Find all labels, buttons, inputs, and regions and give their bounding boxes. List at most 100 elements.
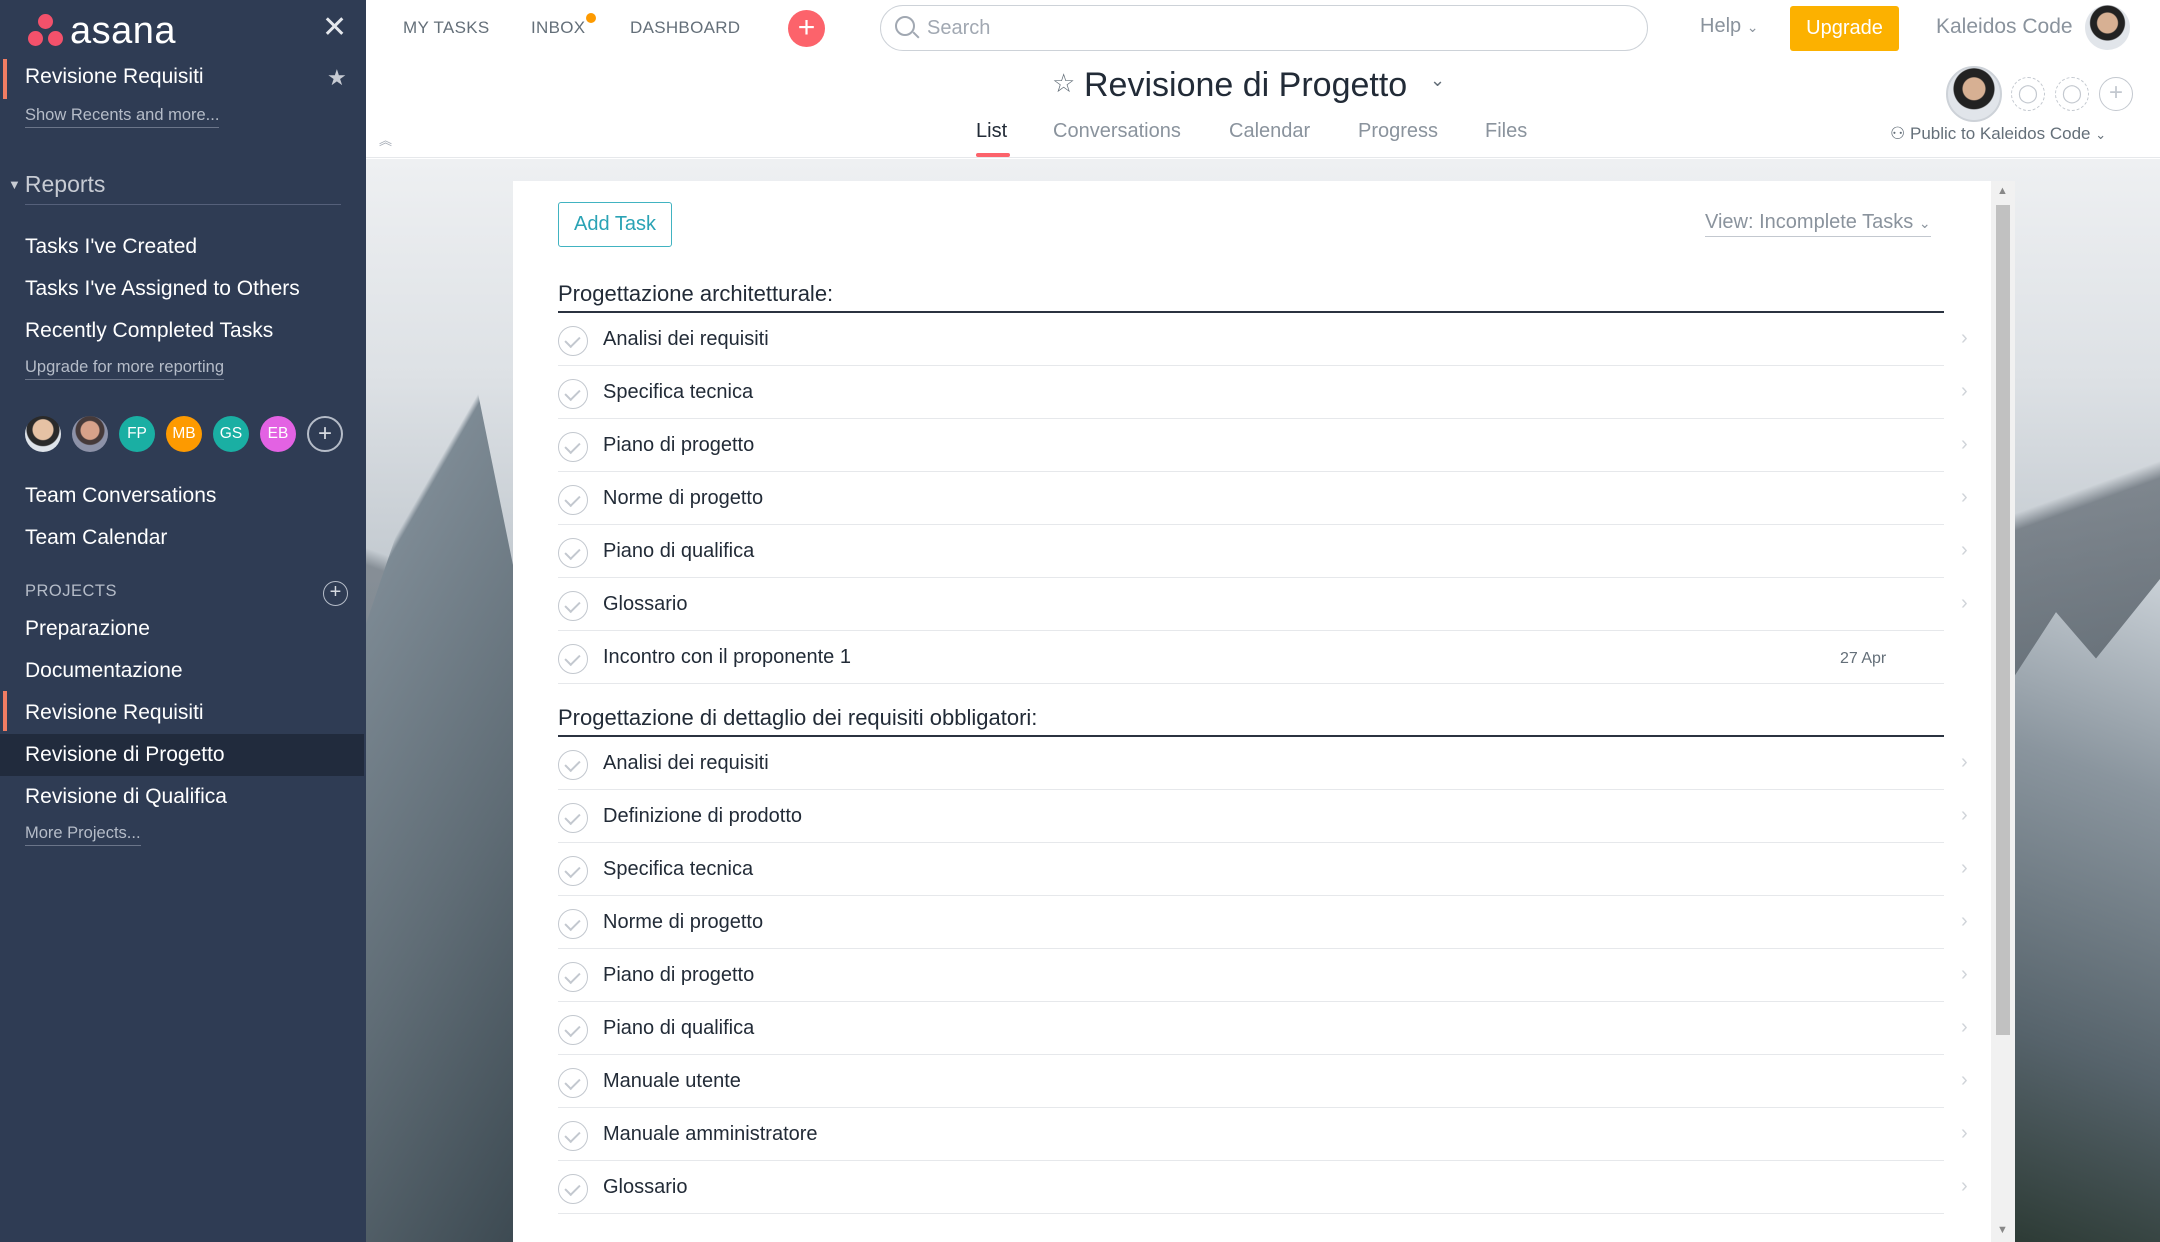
chevron-right-icon[interactable]: ›: [1961, 1175, 1968, 1198]
chevron-right-icon[interactable]: ›: [1961, 380, 1968, 403]
collapse-icon[interactable]: ︽: [379, 130, 392, 149]
task-row[interactable]: Analisi dei requisiti ›: [558, 737, 1968, 790]
sidebar-item-revisione-qualifica[interactable]: Revisione di Qualifica: [25, 785, 227, 809]
chevron-right-icon[interactable]: ›: [1961, 804, 1968, 827]
task-row[interactable]: Piano di progetto ›: [558, 949, 1968, 1002]
task-row[interactable]: Analisi dei requisiti ›: [558, 313, 1968, 366]
task-name[interactable]: Analisi dei requisiti: [603, 752, 769, 775]
report-tasks-created[interactable]: Tasks I've Created: [25, 235, 197, 259]
avatar[interactable]: [25, 416, 61, 452]
section-title[interactable]: Progettazione architetturale:: [558, 281, 1944, 313]
team-calendar-link[interactable]: Team Calendar: [25, 526, 167, 550]
due-date[interactable]: 27 Apr: [1840, 650, 1886, 668]
task-name[interactable]: Manuale amministratore: [603, 1123, 818, 1146]
check-icon[interactable]: [558, 962, 588, 992]
task-row[interactable]: Manuale amministratore ›: [558, 1108, 1968, 1161]
section-title[interactable]: Progettazione di dettaglio dei requisiti…: [558, 705, 1944, 737]
check-icon[interactable]: [558, 909, 588, 939]
chevron-right-icon[interactable]: ›: [1961, 1122, 1968, 1145]
chevron-right-icon[interactable]: ›: [1961, 327, 1968, 350]
chevron-right-icon[interactable]: ›: [1961, 433, 1968, 456]
search-input[interactable]: [927, 14, 1627, 42]
task-row[interactable]: Manuale utente ›: [558, 1055, 1968, 1108]
task-name[interactable]: Norme di progetto: [603, 487, 763, 510]
user-avatar[interactable]: [2085, 5, 2130, 50]
check-icon[interactable]: [558, 856, 588, 886]
task-row[interactable]: Piano di progetto ›: [558, 419, 1968, 472]
task-row[interactable]: Specifica tecnica ›: [558, 843, 1968, 896]
sidebar-item-preparazione[interactable]: Preparazione: [25, 617, 150, 641]
task-name[interactable]: Glossario: [603, 1176, 687, 1199]
task-row[interactable]: Glossario ›: [558, 1161, 1968, 1214]
avatar[interactable]: [72, 416, 108, 452]
task-row[interactable]: Definizione di prodotto ›: [558, 790, 1968, 843]
close-sidebar-icon[interactable]: ✕: [322, 10, 347, 45]
view-filter-dropdown[interactable]: View: Incomplete Tasks ⌄: [1705, 211, 1931, 237]
sidebar-item-revisione-requisiti[interactable]: Revisione Requisiti: [25, 701, 204, 725]
tab-files[interactable]: Files: [1485, 120, 1527, 143]
check-icon[interactable]: [558, 538, 588, 568]
project-title[interactable]: Revisione di Progetto: [1084, 66, 1407, 105]
scroll-down-icon[interactable]: ▼: [1997, 1224, 2008, 1236]
avatar[interactable]: FP: [119, 416, 155, 452]
reports-heading[interactable]: ▼ Reports: [8, 171, 105, 198]
report-completed-tasks[interactable]: Recently Completed Tasks: [25, 319, 273, 343]
avatar[interactable]: MB: [166, 416, 202, 452]
task-name[interactable]: Glossario: [603, 593, 687, 616]
check-icon[interactable]: [558, 485, 588, 515]
task-name[interactable]: Piano di progetto: [603, 964, 754, 987]
search-bar[interactable]: [880, 5, 1648, 51]
avatar[interactable]: GS: [213, 416, 249, 452]
quick-add-button[interactable]: +: [788, 10, 825, 47]
project-member-avatar[interactable]: [1946, 66, 2002, 122]
task-row[interactable]: Norme di progetto ›: [558, 472, 1968, 525]
task-name[interactable]: Piano di qualifica: [603, 1017, 754, 1040]
privacy-setting[interactable]: ⚇ Public to Kaleidos Code ⌄: [1890, 124, 2106, 144]
report-tasks-assigned[interactable]: Tasks I've Assigned to Others: [25, 277, 300, 301]
upgrade-button[interactable]: Upgrade: [1790, 6, 1899, 51]
add-member-placeholder-icon[interactable]: ◯: [2055, 77, 2089, 111]
task-name[interactable]: Specifica tecnica: [603, 858, 753, 881]
task-row[interactable]: Glossario ›: [558, 578, 1968, 631]
inbox-link[interactable]: INBOX: [531, 18, 585, 38]
task-row[interactable]: Specifica tecnica ›: [558, 366, 1968, 419]
dashboard-link[interactable]: DASHBOARD: [630, 18, 740, 38]
check-icon[interactable]: [558, 432, 588, 462]
chevron-right-icon[interactable]: ›: [1961, 910, 1968, 933]
favorite-star-icon[interactable]: ★: [327, 65, 347, 91]
check-icon[interactable]: [558, 326, 588, 356]
tab-list[interactable]: List: [976, 120, 1007, 143]
task-row[interactable]: Piano di qualifica ›: [558, 1002, 1968, 1055]
check-icon[interactable]: [558, 591, 588, 621]
chevron-right-icon[interactable]: ›: [1961, 963, 1968, 986]
recent-project-item[interactable]: Revisione Requisiti ★: [0, 59, 366, 99]
task-name[interactable]: Piano di progetto: [603, 434, 754, 457]
add-member-icon[interactable]: +: [307, 416, 343, 452]
add-task-button[interactable]: Add Task: [558, 202, 672, 247]
scroll-up-icon[interactable]: ▲: [1997, 185, 2008, 197]
check-icon[interactable]: [558, 1174, 588, 1204]
scrollbar[interactable]: ▲ ▼: [1991, 181, 2015, 1242]
chevron-right-icon[interactable]: ›: [1961, 857, 1968, 880]
tab-progress[interactable]: Progress: [1358, 120, 1438, 143]
task-row[interactable]: Norme di progetto ›: [558, 896, 1968, 949]
task-name[interactable]: Definizione di prodotto: [603, 805, 802, 828]
check-icon[interactable]: [558, 1015, 588, 1045]
upgrade-reporting-link[interactable]: Upgrade for more reporting: [25, 358, 225, 380]
chevron-right-icon[interactable]: ›: [1961, 592, 1968, 615]
chevron-right-icon[interactable]: ›: [1961, 1016, 1968, 1039]
task-name[interactable]: Specifica tecnica: [603, 381, 753, 404]
task-name[interactable]: Analisi dei requisiti: [603, 328, 769, 351]
scrollbar-thumb[interactable]: [1996, 205, 2010, 1035]
add-project-icon[interactable]: +: [323, 581, 348, 606]
sidebar-item-documentazione[interactable]: Documentazione: [25, 659, 183, 683]
task-name[interactable]: Manuale utente: [603, 1070, 741, 1093]
team-conversations-link[interactable]: Team Conversations: [25, 484, 216, 508]
check-icon[interactable]: [558, 803, 588, 833]
chevron-right-icon[interactable]: ›: [1961, 539, 1968, 562]
workspace-name[interactable]: Kaleidos Code: [1936, 15, 2073, 39]
tab-conversations[interactable]: Conversations: [1053, 120, 1181, 143]
my-tasks-link[interactable]: MY TASKS: [403, 18, 490, 38]
task-name[interactable]: Norme di progetto: [603, 911, 763, 934]
chevron-right-icon[interactable]: ›: [1961, 751, 1968, 774]
